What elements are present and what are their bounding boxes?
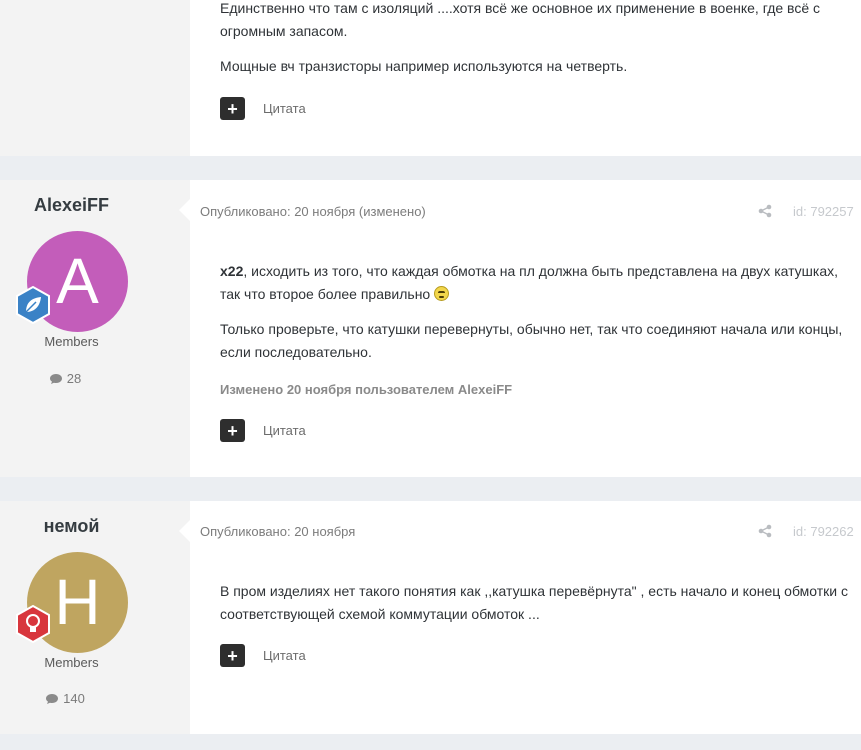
post-previous: Единственно что там с изоляций ....хотя …	[0, 0, 861, 156]
post-count-value: 140	[63, 691, 85, 706]
plus-icon: +	[227, 98, 238, 119]
quote-link[interactable]: Цитата	[263, 423, 306, 438]
post-meta[interactable]: Опубликовано: 20 ноября (изменено)	[200, 204, 426, 219]
quote-link[interactable]: Цитата	[263, 648, 306, 663]
post-content: Единственно что там с изоляций ....хотя …	[190, 0, 861, 156]
post-content: Опубликовано: 20 ноября id: 792262 В про…	[190, 501, 861, 734]
author-panel: AlexeiFF A Members 28	[0, 180, 191, 477]
post-paragraph: В пром изделиях нет такого понятия как ,…	[220, 583, 849, 622]
member-group: Members	[44, 334, 99, 349]
post-body: Единственно что там с изоляций ....хотя …	[220, 0, 850, 90]
post-meta[interactable]: Опубликовано: 20 ноября	[200, 524, 355, 539]
emoji-icon	[434, 286, 450, 301]
multiquote-plus-button[interactable]: +	[220, 644, 245, 667]
share-icon[interactable]	[758, 204, 772, 218]
post-body: x22, исходить из того, что каждая обмотк…	[220, 260, 850, 376]
post-alexeiff: AlexeiFF A Members 28 Опубликовано: 20 н…	[0, 180, 861, 477]
post-paragraph: Единственно что там с изоляций ....хотя …	[220, 0, 820, 39]
author-name[interactable]: AlexeiFF	[0, 195, 143, 216]
post-nemoi: немой Н Members 140 Опубликовано: 20 ноя…	[0, 501, 861, 734]
author-panel	[0, 0, 190, 156]
plus-icon: +	[227, 420, 238, 441]
post-id: id: 792262	[793, 524, 854, 539]
comment-icon	[46, 693, 59, 704]
author-panel: немой Н Members 140	[0, 501, 191, 734]
post-paragraph: Только проверьте, что катушки перевернут…	[220, 321, 843, 360]
author-name[interactable]: немой	[0, 516, 143, 537]
plus-icon: +	[227, 645, 238, 666]
post-paragraph: x22, исходить из того, что каждая обмотк…	[220, 263, 839, 302]
post-body: В пром изделиях нет такого понятия как ,…	[220, 580, 850, 638]
post-paragraph: Мощные вч транзисторы например использую…	[220, 58, 628, 74]
post-count-value: 28	[66, 371, 82, 386]
post-actions: + Цитата	[220, 97, 306, 120]
edited-note: Изменено 20 ноября пользователем AlexeiF…	[220, 382, 513, 397]
member-group: Members	[44, 655, 99, 670]
post-count[interactable]: 140	[0, 691, 130, 706]
post-count[interactable]: 28	[0, 371, 130, 386]
post-id: id: 792257	[793, 204, 854, 219]
leaf-icon	[16, 286, 50, 324]
comment-icon	[49, 373, 62, 384]
multiquote-plus-button[interactable]: +	[220, 419, 245, 442]
post-actions: + Цитата	[220, 419, 306, 442]
lightbulb-icon	[16, 605, 50, 643]
post-actions: + Цитата	[220, 644, 306, 667]
post-content: Опубликовано: 20 ноября (изменено) id: 7…	[190, 180, 861, 477]
user-mention[interactable]: x22	[220, 263, 243, 279]
quote-link[interactable]: Цитата	[263, 101, 306, 116]
share-icon[interactable]	[758, 524, 772, 538]
multiquote-plus-button[interactable]: +	[220, 97, 245, 120]
